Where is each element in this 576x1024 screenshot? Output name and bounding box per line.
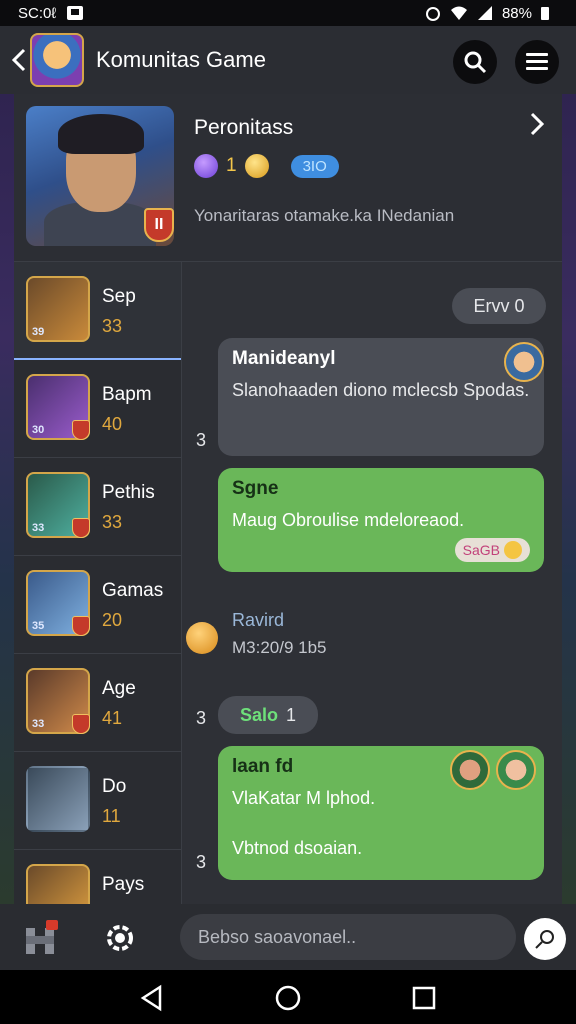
sale-pill[interactable]: Salo 1 — [218, 696, 318, 734]
message-index: 3 — [196, 708, 207, 728]
bottom-toolbar — [0, 904, 576, 970]
event-title: Ravird — [232, 610, 285, 630]
sidebar-item-count: 33 — [102, 316, 123, 336]
channel-thumbnail: 33 — [26, 472, 90, 538]
sidebar-item-label: Gamas — [102, 580, 164, 601]
alarm-icon — [424, 5, 442, 21]
sidebar-item-label: Pethis — [102, 482, 155, 503]
sidebar-item-count: 40 — [102, 414, 123, 434]
chevron-right-icon[interactable] — [530, 112, 545, 143]
sidebar-item-count: 20 — [102, 610, 123, 630]
filter-pill[interactable]: Ervv 0 — [452, 288, 546, 324]
profile-description: Yonaritaras otamake.ka INedanian — [194, 206, 455, 225]
status-bar: SC:0ℓ 88% — [0, 0, 576, 26]
sidebar-item-label: Pays — [102, 874, 145, 895]
message-input-container[interactable] — [180, 914, 516, 960]
message-author: Manideanyl — [232, 348, 336, 369]
message-bubble[interactable]: Manideanyl Slanohaaden diono mclecsb Spo… — [218, 338, 544, 456]
level-badge: 3IO — [290, 154, 339, 178]
search-button[interactable] — [453, 40, 497, 84]
battery-level: 88% — [501, 4, 532, 22]
sidebar-item-count: 41 — [102, 708, 123, 728]
sidebar-item-label: Sep — [102, 286, 136, 307]
profile-portrait: II — [26, 106, 174, 246]
nav-recents-button[interactable] — [410, 984, 438, 1012]
status-time: SC:0ℓ — [18, 4, 57, 22]
notification-icon — [66, 5, 84, 21]
channel-sidebar: 39 Sep 33 30 Bapm 40 33 Pethis 33 35 Gam… — [14, 262, 182, 904]
system-nav-bar — [0, 970, 576, 1024]
channel-thumbnail — [26, 864, 90, 904]
castle-icon[interactable] — [22, 918, 62, 958]
app-header: Komunitas Game — [0, 26, 576, 94]
channel-thumbnail: 39 — [26, 276, 90, 342]
message-text: Slanohaaden diono mclecsb Spodas. — [232, 380, 530, 400]
battery-icon — [540, 5, 558, 21]
channel-thumbnail: 33 — [26, 668, 90, 734]
signal-icon — [476, 5, 494, 21]
search-icon — [464, 51, 487, 74]
page-title: Komunitas Game — [96, 47, 266, 72]
sidebar-item-label: Age — [102, 678, 136, 699]
community-avatar[interactable] — [30, 33, 84, 87]
sidebar-item-pethis[interactable]: 33 Pethis 33 — [14, 458, 181, 556]
sidebar-item-gamas[interactable]: 35 Gamas 20 — [14, 556, 181, 654]
profile-card[interactable]: II Peronitass 1 3IO Yonaritaras otamake.… — [14, 94, 562, 262]
message-bubble[interactable]: laan fd VlaKatar M lphod. Vbtnod dsoaian… — [218, 746, 544, 880]
menu-button[interactable] — [515, 40, 559, 84]
sidebar-item-age[interactable]: 33 Age 41 — [14, 654, 181, 752]
message-text: Vbtnod dsoaian. — [232, 838, 363, 858]
message-bubble[interactable]: Sgne Maug Obroulise mdeloreaod. SaGB — [218, 468, 544, 572]
settings-icon[interactable] — [100, 918, 140, 958]
back-button[interactable] — [8, 40, 30, 80]
stat-value: 1 — [226, 155, 237, 176]
nav-home-button[interactable] — [274, 984, 302, 1012]
sidebar-item-count: 11 — [102, 806, 121, 826]
avatar[interactable] — [504, 342, 544, 382]
reaction-badge[interactable]: SaGB — [454, 538, 530, 562]
event-time: M3:20/9 1b5 — [232, 638, 327, 657]
gem-icon — [194, 154, 218, 178]
coin-icon — [244, 154, 269, 178]
message-index: 3 — [196, 852, 207, 872]
profile-stats: 1 3IO — [194, 154, 339, 178]
emoji-icon — [504, 541, 522, 559]
sidebar-item-label: Bapm — [102, 384, 152, 405]
sidebar-item-label: Do — [102, 776, 127, 797]
event-icon — [186, 622, 218, 654]
message-text: VlaKatar M lphod. — [232, 788, 376, 808]
send-icon — [535, 930, 554, 949]
chat-feed[interactable]: Ervv 0 3 Manideanyl Slanohaaden diono mc… — [182, 262, 562, 904]
nav-back-button[interactable] — [138, 984, 166, 1012]
channel-thumbnail: 35 — [26, 570, 90, 636]
profile-name: Peronitass — [194, 116, 294, 139]
sidebar-item-count: 33 — [102, 512, 123, 532]
menu-icon — [526, 53, 548, 70]
channel-thumbnail — [26, 766, 90, 832]
sidebar-item-sep[interactable]: 39 Sep 33 — [14, 262, 181, 360]
sidebar-item-bapm[interactable]: 30 Bapm 40 — [14, 360, 181, 458]
wifi-icon — [450, 5, 468, 21]
sidebar-item-do[interactable]: Do 11 — [14, 752, 181, 850]
message-author: Sgne — [232, 478, 279, 499]
avatar[interactable] — [450, 750, 490, 790]
message-text: Maug Obroulise mdeloreaod. — [232, 510, 465, 530]
send-button[interactable] — [524, 918, 566, 960]
avatar[interactable] — [496, 750, 536, 790]
message-input[interactable] — [198, 926, 498, 948]
message-index: 3 — [196, 430, 207, 450]
back-icon — [12, 48, 26, 72]
rank-badge: II — [144, 208, 174, 242]
sidebar-item-pays[interactable]: Pays — [14, 850, 181, 904]
channel-thumbnail: 30 — [26, 374, 90, 440]
